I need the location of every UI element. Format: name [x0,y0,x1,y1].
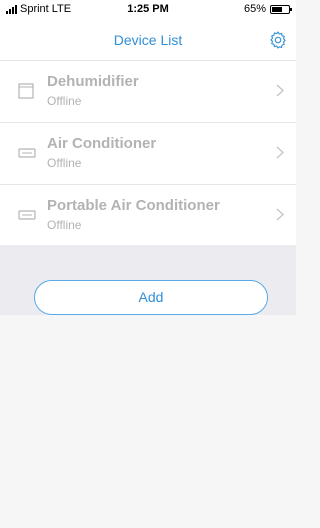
empty-area [0,315,296,528]
battery-info: 65% [243,3,292,15]
device-row-air-conditioner[interactable]: Air Conditioner Offline [0,123,296,185]
device-status: Offline [47,94,82,108]
page-title: Device List [113,32,183,48]
chevron-right-icon [276,84,284,97]
device-row-portable-air-conditioner[interactable]: Portable Air Conditioner Offline [0,185,296,247]
navigation-bar: Device List [0,20,296,61]
device-name: Air Conditioner [47,135,157,152]
device-list: Dehumidifier Offline Air Conditioner Off… [0,61,296,247]
gear-icon [270,31,286,49]
status-bar: Sprint LTE 1:25 PM 65% [0,0,296,20]
battery-percent: 65% [243,3,266,15]
chevron-right-icon [276,208,284,221]
air-conditioner-icon [18,148,36,158]
battery-icon [270,4,292,14]
chevron-right-icon [276,146,284,159]
dehumidifier-icon [18,83,34,99]
section-separator [0,245,296,275]
device-name: Dehumidifier [47,73,139,90]
add-device-button[interactable]: Add [34,280,268,315]
device-status: Offline [47,218,82,232]
device-row-dehumidifier[interactable]: Dehumidifier Offline [0,61,296,123]
portable-air-conditioner-icon [18,210,36,220]
device-name: Portable Air Conditioner [47,197,220,214]
device-status: Offline [47,156,82,170]
settings-button[interactable] [268,30,288,50]
